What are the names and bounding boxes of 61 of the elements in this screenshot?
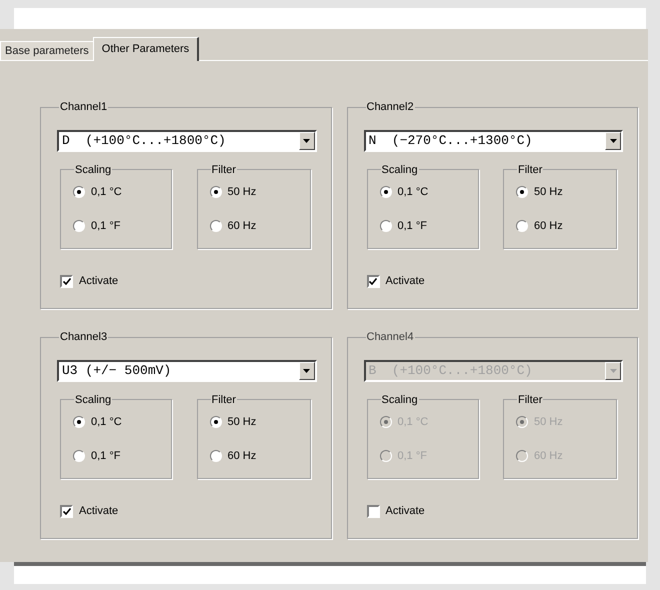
group-title: Scaling <box>74 162 112 178</box>
option-label: 60 Hz <box>228 218 256 234</box>
option-label: 60 Hz <box>534 218 563 234</box>
tab[interactable]: Other Parameters <box>92 37 200 61</box>
group-title: Filter <box>210 392 237 408</box>
dropdown-value: N (−270°C...+1300°C) <box>368 132 534 150</box>
caret-icon <box>303 368 310 372</box>
checkbox-label: Activate <box>386 274 425 289</box>
checkbox-label: Activate <box>79 504 118 519</box>
radio-button[interactable] <box>380 186 392 198</box>
group-title: Filter <box>517 162 544 178</box>
radio-button[interactable] <box>210 220 222 232</box>
caret-icon <box>303 138 310 142</box>
group-title: Channel3 <box>59 330 108 345</box>
option-label: 0,1 °F <box>91 218 120 234</box>
option-label: 0,1 °C <box>91 415 122 430</box>
dropdown-button[interactable] <box>298 362 314 380</box>
radio-button[interactable] <box>73 450 85 462</box>
group-title: Scaling <box>380 392 419 408</box>
option-label: 0,1 °C <box>91 185 122 200</box>
radio-button[interactable] <box>210 416 222 428</box>
group-title: Channel1 <box>59 100 108 115</box>
radio-button[interactable] <box>516 220 528 232</box>
option-label: 0,1 °F <box>91 448 120 464</box>
sensor-dropdown[interactable]: N (−270°C...+1300°C) <box>364 130 623 152</box>
option-label: 0,1 °C <box>398 185 428 200</box>
checkbox-label: Activate <box>386 504 425 519</box>
group-title: Scaling <box>74 392 112 408</box>
caret-icon <box>610 368 616 372</box>
group-title: Scaling <box>380 162 419 178</box>
check-icon <box>62 278 70 285</box>
group-title: Filter <box>210 162 237 178</box>
caret-icon <box>610 138 616 142</box>
check-icon <box>369 278 377 285</box>
checkbox[interactable] <box>60 504 73 518</box>
option-label: 50 Hz <box>534 185 563 200</box>
option-label: 60 Hz <box>228 448 256 464</box>
radio-button[interactable] <box>73 416 85 428</box>
radio-button[interactable] <box>73 186 85 198</box>
radio-button[interactable] <box>516 186 528 198</box>
dropdown-button[interactable] <box>605 132 621 150</box>
dropdown-value: D (+100°C...+1800°C) <box>61 132 227 150</box>
radio-button[interactable] <box>380 220 392 232</box>
option-label: 0,1 °F <box>398 218 427 234</box>
radio-button[interactable] <box>210 450 222 462</box>
sensor-dropdown[interactable]: U3 (+/− 500mV) <box>57 360 316 382</box>
check-icon <box>62 508 70 515</box>
radio-button[interactable] <box>73 220 85 232</box>
checkbox-label: Activate <box>79 274 118 289</box>
checkbox[interactable] <box>366 274 380 288</box>
radio-button[interactable] <box>210 186 222 198</box>
dropdown-button[interactable] <box>298 132 314 150</box>
option-label: 50 Hz <box>228 415 256 430</box>
group-title: Channel2 <box>366 100 415 115</box>
tab[interactable]: Base parameters <box>0 41 93 60</box>
group-title: Filter <box>517 392 544 408</box>
option-label: 50 Hz <box>228 185 256 200</box>
sensor-dropdown[interactable]: D (+100°C...+1800°C) <box>57 130 316 152</box>
dropdown-value: U3 (+/− 500mV) <box>61 362 172 380</box>
checkbox[interactable] <box>60 274 73 288</box>
group-title: Channel4 <box>366 330 415 345</box>
